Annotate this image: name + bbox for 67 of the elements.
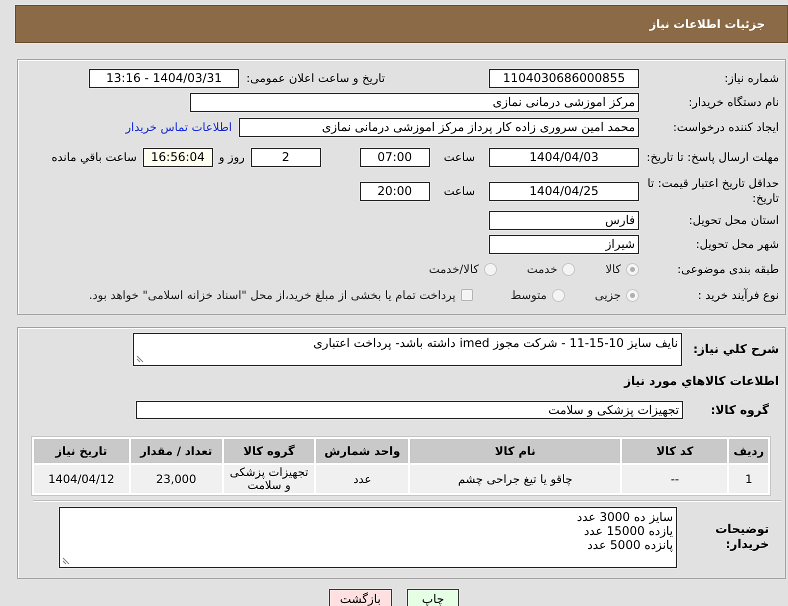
section-heading: اطلاعات کالاهاي مورد نیاز — [622, 373, 780, 390]
table-cell: 1 — [729, 465, 768, 493]
province-field: فارس — [489, 210, 639, 230]
option-label: کالا/خدمت — [428, 262, 479, 276]
page-title: جزئیات اطلاعات نیاز — [649, 17, 765, 31]
radio-button[interactable] — [562, 262, 576, 276]
field-label: نام دستگاه خریدار: — [687, 94, 779, 110]
column-header: کد کالا — [622, 439, 728, 463]
field-label: ساعت باقي مانده — [52, 150, 137, 164]
creator-field: محمد امین سروری زاده کار پرداز مرکز اموزشی درمانی نمازی — [239, 118, 639, 136]
table-cell: چاقو یا تیغ جراحی چشم — [410, 465, 620, 493]
checkbox[interactable] — [460, 289, 473, 301]
date-field: 1404/04/03 — [489, 148, 639, 166]
column-header: گروه کالا — [224, 439, 314, 463]
description-field: نایف سایز 10-15-11 - شرکت مجوز imed داشته باشد- پرداخت اعتباری — [133, 332, 682, 366]
radio-button[interactable] — [484, 262, 497, 276]
table-cell: 23,000 — [130, 465, 222, 493]
days-field: 2 — [250, 148, 321, 166]
resize-grip-icon[interactable] — [62, 556, 70, 564]
field-label: تاریخ و ساعت اعلان عمومی: — [245, 70, 386, 86]
buyer-field: مرکز اموزشی درمانی نمازی — [190, 92, 639, 112]
column-header: ردیف — [729, 439, 768, 463]
column-header: نام کالا — [410, 439, 620, 463]
field-label: شرح کلي نیاز: — [692, 342, 780, 356]
note-line: یازده 15000 عدد — [582, 524, 673, 538]
field-label: ساعت — [444, 150, 475, 164]
field-label: طبقه بندی موضوعی: — [676, 262, 779, 276]
remaining-time-field: 16:56:04 — [142, 148, 213, 166]
option-label: خدمت — [526, 262, 558, 276]
field-label: نوع فرآیند خرید : — [696, 288, 779, 302]
column-header: تاریخ نیاز — [34, 439, 129, 463]
field-label: توضیحات خریدار: — [714, 522, 770, 552]
table-cell: -- — [622, 465, 728, 493]
need-number-field: 1104030686000855 — [489, 68, 639, 88]
column-header: تعداد / مقدار — [130, 439, 222, 463]
time-field: 20:00 — [360, 182, 430, 200]
goods-group-field: تجهیزات پزشکی و سلامت — [136, 401, 683, 419]
buyer-contact-link[interactable]: اطلاعات تماس خریدار — [125, 120, 232, 134]
option-label: متوسط — [510, 288, 547, 302]
field-label: حداقل تاریخ اعتبار قیمت: تا تاریخ: — [646, 176, 779, 206]
table-cell: تجهیزات پزشکی و سلامت — [224, 465, 314, 493]
field-label: گروه کالا: — [710, 402, 770, 418]
option-label: جزیی — [594, 288, 621, 302]
field-label: شماره نیاز: — [723, 70, 779, 86]
announce-date-field: 1404/03/31 - 13:16 — [89, 68, 239, 88]
option-label: کالا — [605, 262, 621, 276]
field-label: روز و — [218, 150, 245, 164]
field-label: مهلت ارسال پاسخ: تا تاریخ: — [645, 150, 779, 164]
note-line: پانزده 5000 عدد — [586, 538, 673, 552]
resize-grip-icon[interactable] — [136, 354, 144, 362]
back-button[interactable]: بازگشت — [328, 589, 392, 606]
table-cell: 1404/04/12 — [34, 465, 129, 493]
field-label: استان محل تحویل: — [688, 212, 779, 228]
field-label: ایجاد کننده درخواست: — [672, 120, 779, 134]
option-label: پرداخت تمام یا بخشی از مبلغ خرید،از محل "اسناد خزانه اسلامی" خواهد بود. — [88, 288, 456, 302]
time-field: 07:00 — [360, 148, 430, 166]
column-header: واحد شمارش — [316, 439, 408, 463]
field-label: ساعت — [444, 184, 475, 198]
note-line: سایز ده 3000 عدد — [576, 510, 673, 524]
field-label: شهر محل تحویل: — [694, 236, 779, 252]
date-field: 1404/04/25 — [489, 182, 639, 200]
radio-button[interactable] — [552, 288, 565, 302]
city-field: شیراز — [489, 234, 639, 254]
table-cell: عدد — [316, 465, 408, 493]
radio-button[interactable] — [626, 288, 639, 302]
radio-button[interactable] — [626, 262, 639, 276]
print-button[interactable]: چاپ — [406, 589, 460, 606]
